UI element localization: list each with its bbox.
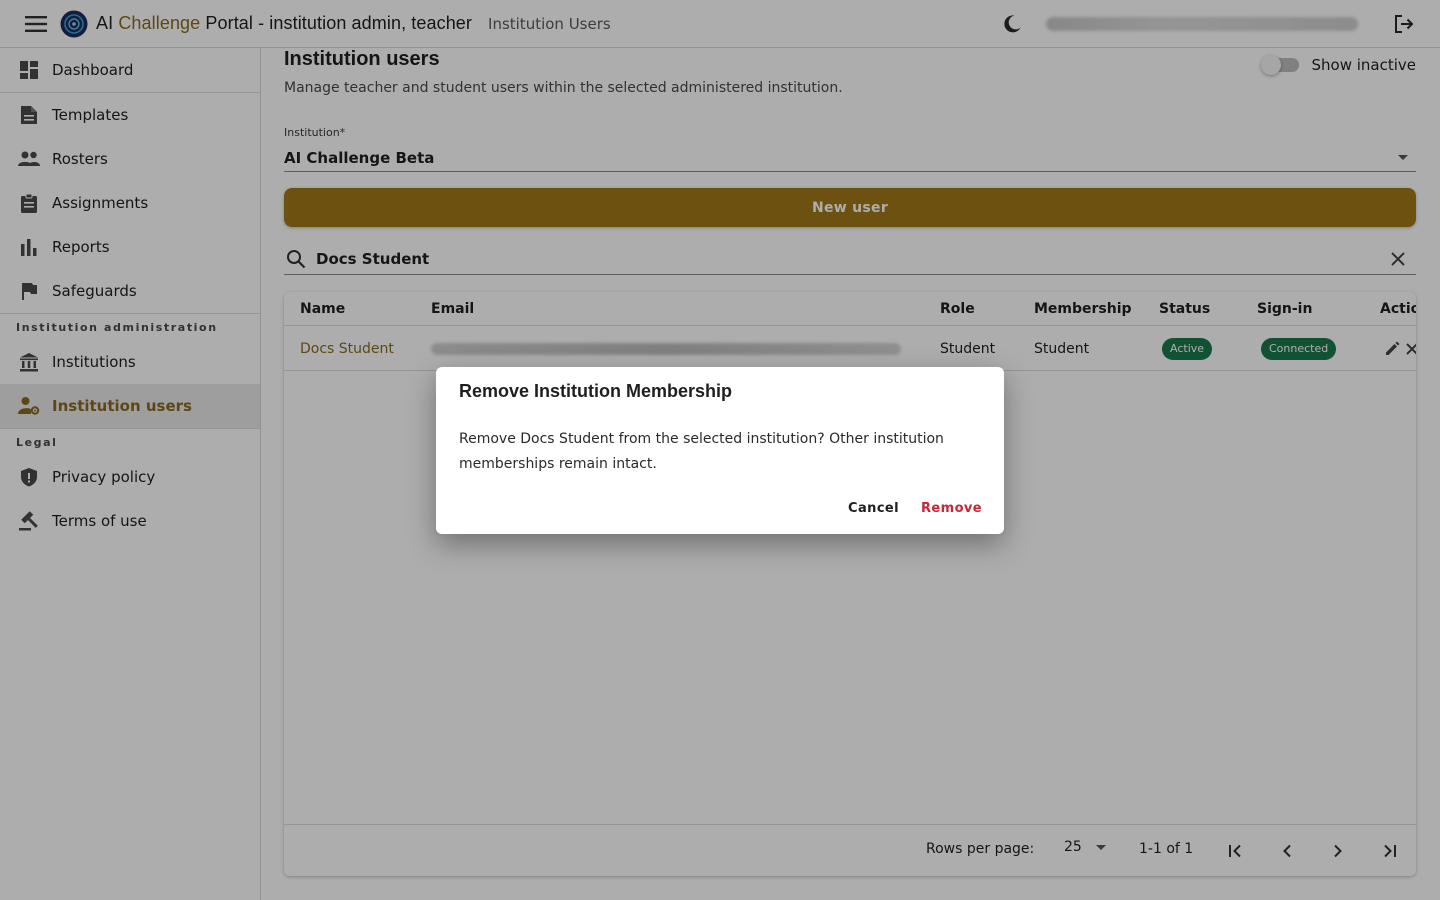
dialog-message: Remove Docs Student from the selected in… [459,431,944,472]
remove-membership-dialog: Remove Institution Membership Remove Doc… [436,367,1004,534]
remove-button[interactable]: Remove [913,497,990,520]
dialog-actions: Cancel Remove [834,497,990,520]
dialog-title: Remove Institution Membership [459,381,733,401]
cancel-button[interactable]: Cancel [840,497,907,520]
